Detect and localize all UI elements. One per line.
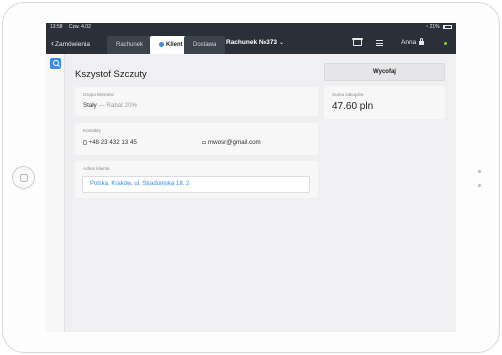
left-rail (46, 54, 65, 332)
chevron-left-icon: ‹ (51, 38, 54, 48)
active-dot-icon (159, 41, 164, 47)
tab-label: Rachunek (116, 42, 144, 48)
tab-label: Dostawa (193, 42, 217, 48)
group-separator: — (98, 102, 105, 109)
archive-icon[interactable] (352, 38, 363, 46)
customer-name: Kszystof Szczuty (75, 69, 147, 80)
mail-icon (202, 140, 206, 144)
phone-icon (83, 139, 87, 145)
contacts-label: Kontakty (83, 128, 101, 133)
group-name: Stały (83, 102, 97, 109)
user-name: Anna (401, 39, 417, 46)
side-dot (478, 184, 481, 187)
total-label: Suma zakupów (332, 92, 364, 97)
user-account[interactable]: Anna (401, 32, 425, 54)
tab-rachunek[interactable]: Rachunek (107, 36, 153, 54)
address-card: Adres klienta Polska, Kraków, ul. Strado… (75, 161, 318, 198)
menu-icon[interactable] (376, 40, 383, 48)
email-value: mwosr@gmail.com (208, 139, 261, 146)
total-value: 47.60 pln (332, 101, 374, 112)
total-card: Suma zakupów 47.60 pln (324, 86, 445, 119)
contacts-card: Kontakty +48 23 432 13 45 mwosr@gmail.co… (75, 123, 318, 155)
app-screen: 13:58 Czw. 4.02 ◔ 21% ‹Zamówienia Rachun… (46, 23, 456, 332)
back-label: Zamówienia (55, 41, 91, 48)
online-status-dot (444, 41, 447, 45)
group-value[interactable]: Stały — Rabat 20% (83, 102, 137, 109)
withdraw-button[interactable]: Wycofaj (324, 63, 445, 81)
battery-icon (443, 24, 452, 29)
receipt-selector[interactable]: Rachunek №373 ⌄ (226, 32, 284, 54)
home-square-icon (20, 174, 28, 182)
lock-icon (419, 37, 425, 45)
tab-dostawa[interactable]: Dostawa (184, 36, 226, 54)
side-dot (478, 170, 481, 173)
email-field[interactable]: mwosr@gmail.com (202, 139, 261, 146)
phone-value: +48 23 432 13 45 (88, 139, 137, 146)
tab-label: Klient (166, 42, 183, 48)
status-date: Czw. 4.02 (68, 24, 91, 30)
group-label: Grupa klientów (83, 92, 114, 97)
wifi-icon: ◔ (425, 24, 429, 30)
address-field[interactable]: Polska, Kraków, ul. Stradomska 18, 2 (82, 176, 310, 193)
phone-field[interactable]: +48 23 432 13 45 (83, 139, 137, 146)
receipt-title: Rachunek №373 (226, 39, 277, 46)
status-bar: 13:58 Czw. 4.02 ◔ 21% (46, 23, 456, 32)
search-button[interactable] (50, 58, 61, 69)
top-navbar: ‹Zamówienia Rachunek Klient Dostawa Rach… (46, 32, 456, 54)
chevron-down-icon: ⌄ (278, 40, 284, 46)
address-label: Adres klienta (83, 166, 110, 171)
customer-group-card: Grupa klientów Stały — Rabat 20% (75, 87, 318, 116)
group-discount: Rabat 20% (106, 102, 138, 109)
back-button[interactable]: ‹Zamówienia (51, 32, 90, 54)
status-time: 13:58 (50, 24, 63, 30)
battery-percent: 21% (429, 24, 440, 30)
home-button[interactable] (12, 166, 35, 189)
